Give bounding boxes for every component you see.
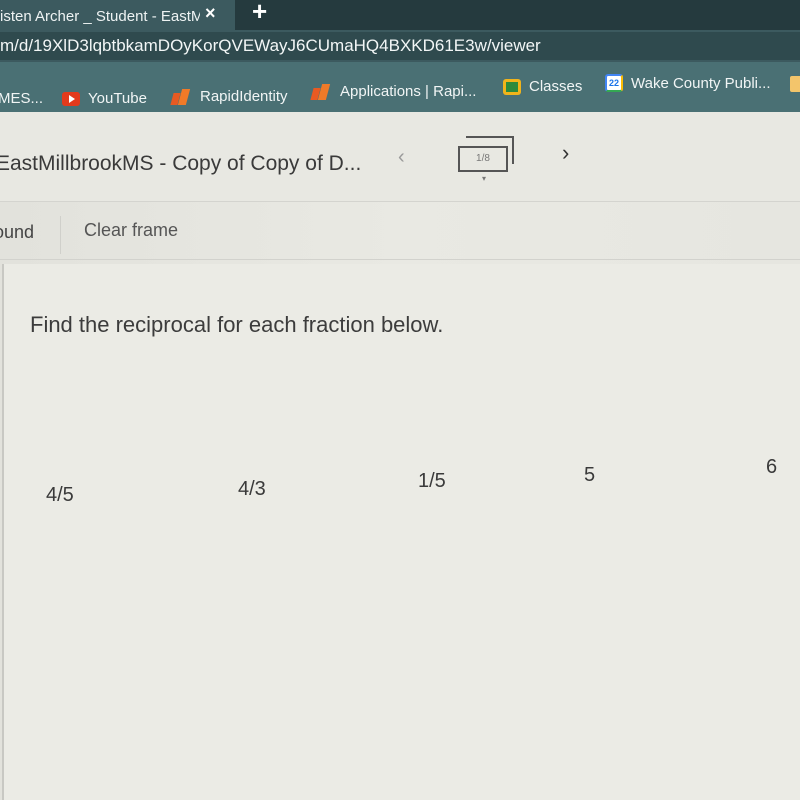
annotation-toolbar: ound Clear frame — [0, 210, 800, 260]
slide-prompt: Find the reciprocal for each fraction be… — [30, 312, 444, 337]
viewer-page: EastMillbrookMS - Copy of Copy of D... ‹… — [0, 112, 800, 800]
rapididentity-icon — [172, 89, 192, 105]
bookmark-label: RapidIdentity — [200, 88, 288, 105]
bookmark-item[interactable]: MES... — [0, 90, 43, 107]
slide-canvas[interactable]: Find the reciprocal for each fraction be… — [2, 264, 800, 800]
bookmark-icon[interactable] — [790, 76, 800, 92]
bookmark-label: Wake County Publi... — [631, 74, 771, 92]
chevron-down-icon[interactable]: ▾ — [482, 174, 486, 183]
fraction-item: 6 — [766, 456, 778, 478]
viewer-header: EastMillbrookMS - Copy of Copy of D... ‹… — [0, 112, 800, 202]
bookmark-youtube[interactable]: YouTube — [62, 90, 147, 107]
fraction-item: 5 — [584, 464, 596, 486]
bookmark-label: Applications | Rapi... — [340, 83, 477, 100]
tab-strip: isten Archer _ Student - EastM × + — [0, 0, 800, 32]
next-slide-button[interactable]: › — [562, 140, 569, 166]
bookmark-label: Classes — [529, 78, 583, 95]
youtube-icon — [62, 91, 80, 106]
fraction-item: 4/5 — [46, 484, 74, 506]
bookmark-classes[interactable]: Classes — [503, 78, 582, 95]
calendar-icon: 22 — [605, 74, 623, 92]
document-title: EastMillbrookMS - Copy of Copy of D... — [0, 152, 362, 175]
bookmark-applications[interactable]: Applications | Rapi... — [312, 83, 476, 100]
toolbar-divider — [60, 216, 61, 254]
bookmark-label: YouTube — [88, 90, 147, 107]
clear-frame-button[interactable]: Clear frame — [84, 220, 178, 241]
fraction-item: 1/5 — [418, 470, 446, 492]
tab-title: isten Archer _ Student - EastM — [0, 7, 200, 25]
bookmark-rapididentity[interactable]: RapidIdentity — [172, 88, 288, 105]
new-tab-icon[interactable]: + — [252, 0, 267, 27]
page-counter[interactable]: 1/8 — [458, 146, 508, 172]
bookmark-wake-county[interactable]: 22 Wake County Publi... — [605, 74, 771, 92]
browser-tab[interactable]: isten Archer _ Student - EastM × — [0, 0, 235, 32]
browser-toolbar: m/d/19XlD3lqbtbkamDOyKorQVEWayJ6CUmaHQ4B… — [0, 30, 800, 62]
bookmark-label: MES... — [0, 90, 44, 107]
background-button[interactable]: ound — [0, 222, 34, 243]
close-icon[interactable]: × — [205, 3, 216, 24]
address-bar[interactable]: m/d/19XlD3lqbtbkamDOyKorQVEWayJ6CUmaHQ4B… — [0, 32, 800, 60]
fraction-item: 4/3 — [238, 478, 266, 500]
rapididentity-icon — [312, 84, 332, 100]
previous-slide-button[interactable]: ‹ — [398, 146, 405, 169]
google-classroom-icon — [503, 78, 521, 95]
